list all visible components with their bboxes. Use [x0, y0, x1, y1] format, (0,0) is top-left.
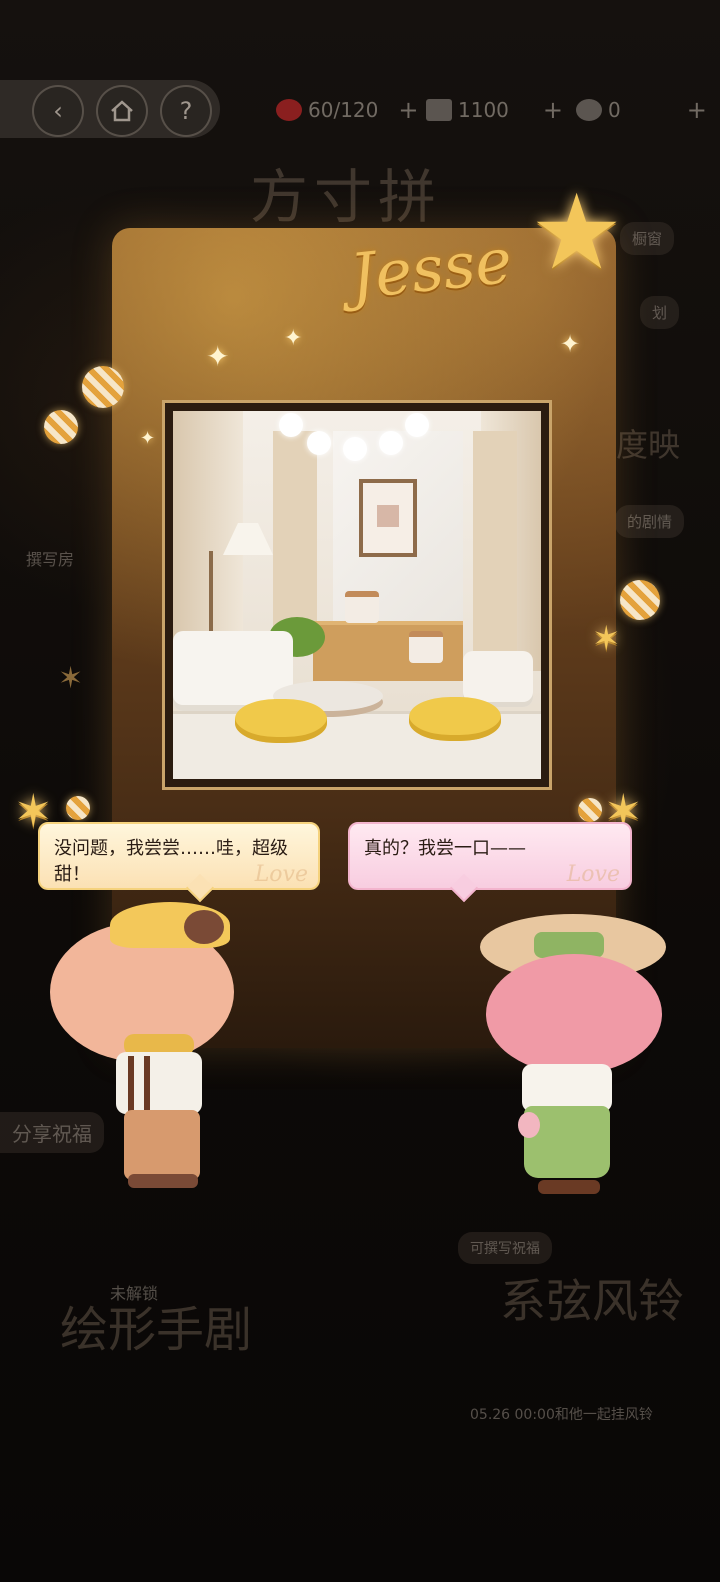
gold-star-icon: ★: [530, 171, 624, 293]
sparkle-icon: ✦: [560, 330, 581, 358]
chandelier-bulb: [279, 413, 303, 437]
bg-left-label: 撰写房: [26, 550, 75, 569]
striped-bead-icon: [620, 580, 660, 620]
bg-wind-chime-date: 05.26 00:00和他一起挂风铃: [470, 1407, 653, 1423]
help-button[interactable]: ?: [160, 85, 212, 137]
gem-icon: [576, 99, 602, 121]
boy-suspender: [144, 1056, 150, 1114]
stamina-value: 60/120: [308, 98, 379, 122]
love-watermark: Love: [566, 862, 620, 887]
striped-bead-icon: [66, 796, 90, 820]
cake: [409, 631, 443, 663]
stamina-counter[interactable]: 60/120 +: [276, 94, 418, 126]
nav-pill: ‹ ?: [0, 80, 220, 138]
dialogue-text-right: 真的？我尝一口——: [364, 838, 526, 859]
bg-title: 方寸拼: [250, 163, 443, 231]
add-stamina-icon[interactable]: +: [398, 96, 418, 124]
sparkle-icon: ✦: [284, 326, 303, 351]
add-coin-icon[interactable]: +: [543, 96, 563, 124]
girl-shoes: [538, 1180, 600, 1194]
bg-side-label-screening: 度映: [616, 426, 681, 464]
coin-icon: [426, 99, 452, 121]
sparkle-icon: ✦: [140, 428, 156, 449]
chandelier-bulb: [379, 431, 403, 455]
dialogue-bubble-right[interactable]: 真的？我尝一口—— Love: [348, 822, 632, 890]
gem-counter[interactable]: 0 +: [576, 94, 707, 126]
home-icon: [111, 100, 133, 122]
boy-suspender: [128, 1056, 134, 1114]
bg-side-button-story: 的剧情: [615, 505, 685, 538]
pumpkin-cushion: [235, 699, 327, 743]
cake: [345, 591, 379, 623]
dialogue-text-left: 没问题，我尝尝……哇，超级甜！: [54, 838, 288, 885]
gold-star-icon: ✶: [592, 619, 621, 659]
pumpkin-cushion: [409, 697, 501, 741]
chandelier-bulb: [307, 431, 331, 455]
character-boy[interactable]: [44, 896, 244, 1196]
striped-bead-icon: [44, 410, 78, 444]
coin-value: 1100: [458, 98, 509, 122]
love-watermark: Love: [254, 862, 308, 887]
girl-hair: [486, 954, 662, 1074]
girl-bag: [518, 1112, 540, 1138]
boy-shoes: [128, 1174, 198, 1188]
dialogue-bubble-left[interactable]: 没问题，我尝尝……哇，超级甜！ Love: [38, 822, 320, 890]
help-icon: ?: [179, 97, 193, 125]
gem-value: 0: [608, 98, 621, 122]
room-photo: [162, 400, 552, 790]
small-star-icon: ✶: [58, 661, 84, 696]
character-girl[interactable]: [478, 906, 674, 1206]
bg-side-button-plan: 划: [640, 296, 680, 329]
add-gem-icon[interactable]: +: [687, 96, 707, 124]
home-button[interactable]: [96, 85, 148, 137]
wall-frame: [359, 479, 417, 557]
wood-panel: [473, 431, 517, 651]
room-illustration: [173, 411, 541, 779]
top-bar: ‹ ? 60/120 + 1100 + 0 +: [0, 80, 720, 140]
girl-blouse: [522, 1064, 612, 1112]
back-button[interactable]: ‹: [32, 85, 84, 137]
sparkle-icon: ✦: [206, 340, 230, 373]
bg-script-title: 绘形手剧: [60, 1302, 253, 1358]
chandelier-bulb: [343, 437, 367, 461]
chandelier-bulb: [405, 413, 429, 437]
bg-wind-chime-title: 系弦风铃: [500, 1274, 684, 1328]
boy-pants: [124, 1110, 200, 1180]
bg-side-button-showcase: 橱窗: [620, 222, 675, 255]
boy-cap-patch: [184, 910, 224, 944]
heart-icon: [276, 99, 302, 121]
bg-wind-chime-tag: 可撰写祝福: [458, 1232, 552, 1264]
striped-bead-icon: [82, 366, 124, 408]
striped-bead-icon: [578, 798, 602, 822]
chevron-left-icon: ‹: [53, 97, 63, 125]
coin-counter[interactable]: 1100 +: [426, 94, 563, 126]
